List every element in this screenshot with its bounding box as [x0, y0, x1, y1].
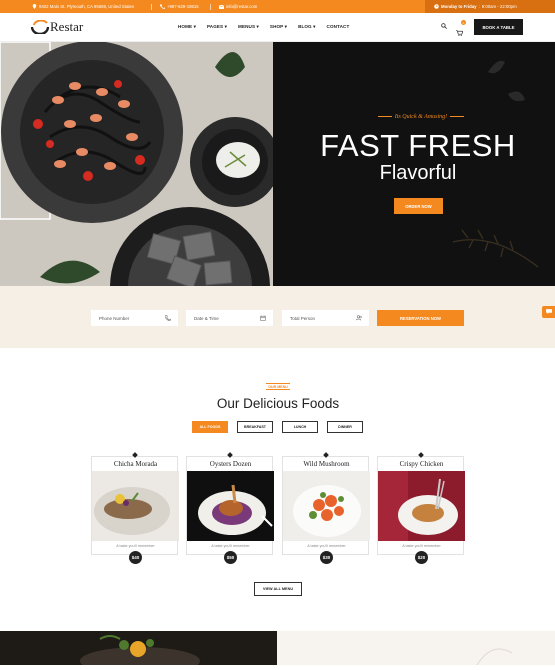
section-eyebrow: OUR MENU — [266, 383, 290, 390]
reservation-bar: Phone Number Date & Time Total Person RE… — [0, 286, 555, 348]
phone-item[interactable]: +987-629-19815 — [160, 4, 199, 9]
address-text: 9402 Main St. Plymouth, CA 95669, United… — [39, 4, 135, 9]
address-item: 9402 Main St. Plymouth, CA 95669, United… — [32, 4, 134, 9]
menu-card[interactable]: Wild Mushroom A taste you'll remember $3… — [282, 452, 370, 564]
filter-lunch[interactable]: LUNCH — [282, 421, 318, 433]
menu-item-photo — [187, 471, 274, 541]
phone-icon — [165, 315, 171, 321]
menu-item-price: $20 — [415, 551, 428, 564]
clock-icon — [434, 4, 439, 9]
diamond-ornament — [227, 452, 233, 458]
bottom-content-panel — [277, 631, 555, 666]
logo[interactable]: Restar — [31, 19, 83, 35]
menu-card[interactable]: Crispy Chicken A taste you'll remember $… — [377, 452, 465, 564]
total-person-placeholder: Total Person — [290, 315, 316, 321]
hero-tagline: Its Quick & Amusing! — [356, 114, 486, 120]
menu-item-photo — [92, 471, 179, 541]
menu-item-name: Chicha Morada — [113, 460, 158, 468]
menu-item-description: A taste you'll remember — [116, 544, 155, 548]
chat-icon — [546, 309, 552, 314]
logo-bowl-icon — [31, 20, 49, 34]
nav-item-home[interactable]: HOME ▾ — [178, 24, 196, 30]
users-icon — [356, 315, 362, 321]
date-time-placeholder: Date & Time — [194, 315, 219, 321]
calendar-icon — [260, 315, 266, 321]
menu-filter-tabs: ALL FOODS BREAKFAST LUNCH DINNER — [192, 421, 363, 433]
menu-item-description: A taste you'll remember — [307, 544, 346, 548]
food-plates-illustration — [0, 42, 273, 286]
hero-title: FAST FRESH — [320, 128, 516, 163]
diamond-ornament — [418, 452, 424, 458]
email-text: info@restar.com — [226, 4, 258, 9]
divider — [210, 3, 211, 10]
hero-banner: Its Quick & Amusing! FAST FRESH Flavorfu… — [0, 42, 555, 286]
nav-item-shop[interactable]: SHOP ▾ — [270, 24, 287, 30]
hours-time: 9:00am - 22:00pm — [481, 4, 517, 9]
order-now-button[interactable]: ORDER NOW — [394, 198, 443, 214]
view-all-menu-button[interactable]: VIEW ALL MENU — [254, 582, 302, 596]
nav-icons: 0 — [441, 20, 466, 41]
diamond-ornament — [323, 452, 329, 458]
nav-item-blog[interactable]: BLOG ▾ — [298, 24, 315, 30]
nav-item-contact[interactable]: CONTACT — [327, 24, 350, 30]
menu-item-name: Oysters Dozen — [209, 460, 252, 468]
email-item[interactable]: info@restar.com — [219, 4, 257, 9]
menu-item-name: Wild Mushroom — [303, 460, 350, 468]
phone-number-field[interactable]: Phone Number — [91, 310, 178, 326]
phone-text: +987-629-19815 — [167, 4, 199, 9]
menu-item-name: Crispy Chicken — [399, 460, 444, 468]
cart-count-badge: 0 — [461, 20, 466, 25]
book-table-button[interactable]: BOOK A TABLE — [474, 19, 523, 35]
cart-button[interactable]: 0 — [456, 20, 466, 41]
date-time-field[interactable]: Date & Time — [186, 310, 273, 326]
hours-label: Monday to Friday — [441, 4, 477, 9]
filter-all-foods[interactable]: ALL FOODS — [192, 421, 228, 433]
nav-menu: HOME ▾ PAGES ▾ MENUS ▾ SHOP ▾ BLOG ▾ CON… — [178, 24, 349, 30]
reservation-submit-button[interactable]: RESERVATION NOW — [377, 310, 464, 326]
section-title: Our Delicious Foods — [216, 396, 340, 411]
menu-item-price: $40 — [129, 551, 142, 564]
phone-icon — [160, 4, 165, 9]
logo-text: Restar — [50, 19, 84, 34]
menu-card[interactable]: Chicha Morada A taste you'll remember $4… — [91, 452, 179, 564]
nav-item-menus[interactable]: MENUS ▾ — [238, 24, 259, 30]
menu-item-description: A taste you'll remember — [402, 544, 441, 548]
nav-item-pages[interactable]: PAGES ▾ — [207, 24, 227, 30]
menu-item-price: $50 — [224, 551, 237, 564]
menu-item-description: A taste you'll remember — [211, 544, 250, 548]
top-info-bar: 9402 Main St. Plymouth, CA 95669, United… — [0, 0, 555, 13]
mail-icon — [219, 4, 224, 9]
location-pin-icon — [32, 4, 37, 9]
opening-hours: Monday to Friday : 9:00am - 22:00pm — [425, 0, 555, 13]
menu-item-photo — [378, 471, 465, 541]
side-settings-tab[interactable] — [542, 306, 555, 318]
main-navigation: Restar HOME ▾ PAGES ▾ MENUS ▾ SHOP ▾ BLO… — [0, 13, 555, 42]
filter-breakfast[interactable]: BREAKFAST — [237, 421, 273, 433]
menu-card[interactable]: Oysters Dozen A taste you'll remember $5… — [186, 452, 274, 564]
hero-subtitle: Flavorful — [379, 162, 457, 184]
search-icon[interactable] — [441, 23, 447, 29]
menu-item-price: $30 — [320, 551, 333, 564]
decorative-leaf-outline — [476, 648, 513, 666]
hero-food-image — [0, 42, 273, 286]
bottom-food-image — [0, 631, 277, 665]
phone-number-placeholder: Phone Number — [99, 315, 130, 321]
filter-dinner[interactable]: DINNER — [327, 421, 363, 433]
divider — [151, 3, 152, 10]
cart-icon — [456, 30, 464, 36]
menu-item-photo — [283, 471, 370, 541]
diamond-ornament — [132, 452, 138, 458]
total-person-field[interactable]: Total Person — [282, 310, 369, 326]
